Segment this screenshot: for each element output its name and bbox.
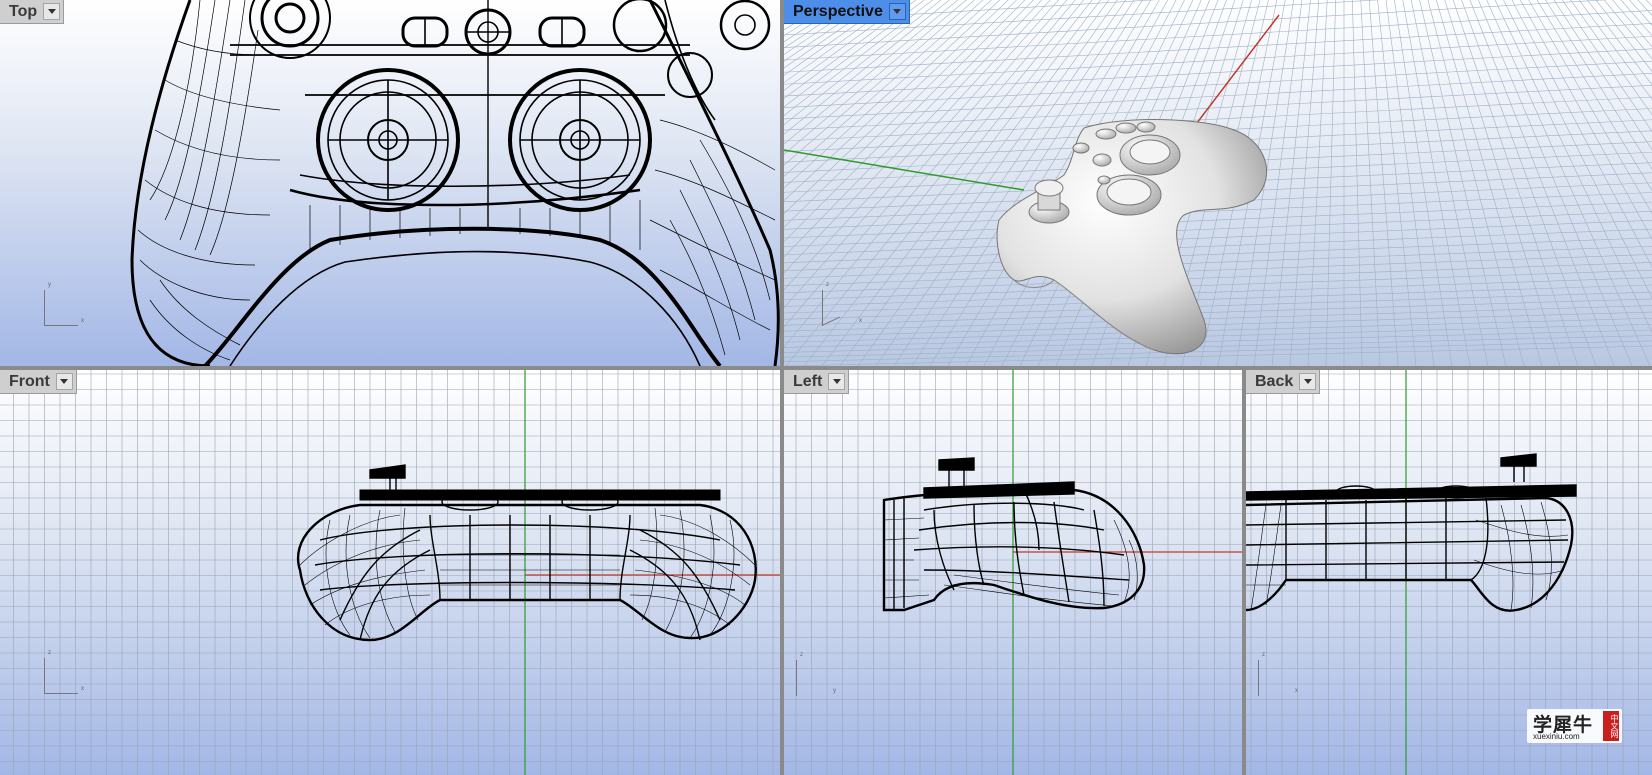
chevron-down-icon[interactable] (828, 373, 846, 390)
viewport-title: Top (9, 3, 38, 20)
viewport-tab-top[interactable]: Top (0, 0, 65, 24)
viewport-back[interactable]: Back z x 学犀牛 xuexiniu.com 中文网 (1246, 370, 1652, 775)
viewport-title: Back (1255, 373, 1294, 390)
viewport-top[interactable]: Top y x (0, 0, 780, 366)
chevron-down-icon[interactable] (43, 3, 61, 20)
axis-triad-icon: z x (821, 282, 862, 326)
axis-triad-icon: z y (796, 652, 836, 696)
viewport-title: Left (793, 373, 823, 390)
watermark-logo: 学犀牛 xuexiniu.com 中文网 (1527, 709, 1622, 743)
top-wireframe (130, 0, 780, 366)
viewport-tab-front[interactable]: Front (0, 370, 77, 394)
chevron-down-icon[interactable] (888, 3, 906, 20)
axis-triad-icon: y x (44, 282, 84, 326)
viewport-front[interactable]: Front z x (0, 370, 780, 775)
chevron-down-icon[interactable] (1299, 373, 1317, 390)
viewport-left[interactable]: Left z y (784, 370, 1242, 775)
axis-triad-icon: z x (1258, 652, 1298, 696)
left-wireframe (882, 457, 1146, 612)
viewport-tab-back[interactable]: Back (1246, 370, 1321, 394)
controller-model (996, 119, 1268, 355)
perspective-scene (784, 0, 1652, 366)
chevron-down-icon[interactable] (55, 373, 73, 390)
viewport-perspective[interactable]: Perspective z x (784, 0, 1652, 366)
viewport-title: Perspective (793, 3, 883, 20)
front-wireframe (297, 464, 757, 642)
axis-triad-icon: z x (44, 650, 84, 694)
viewport-tab-left[interactable]: Left (784, 370, 850, 394)
viewport-title: Front (9, 373, 50, 390)
viewport-tab-perspective[interactable]: Perspective (784, 0, 910, 24)
